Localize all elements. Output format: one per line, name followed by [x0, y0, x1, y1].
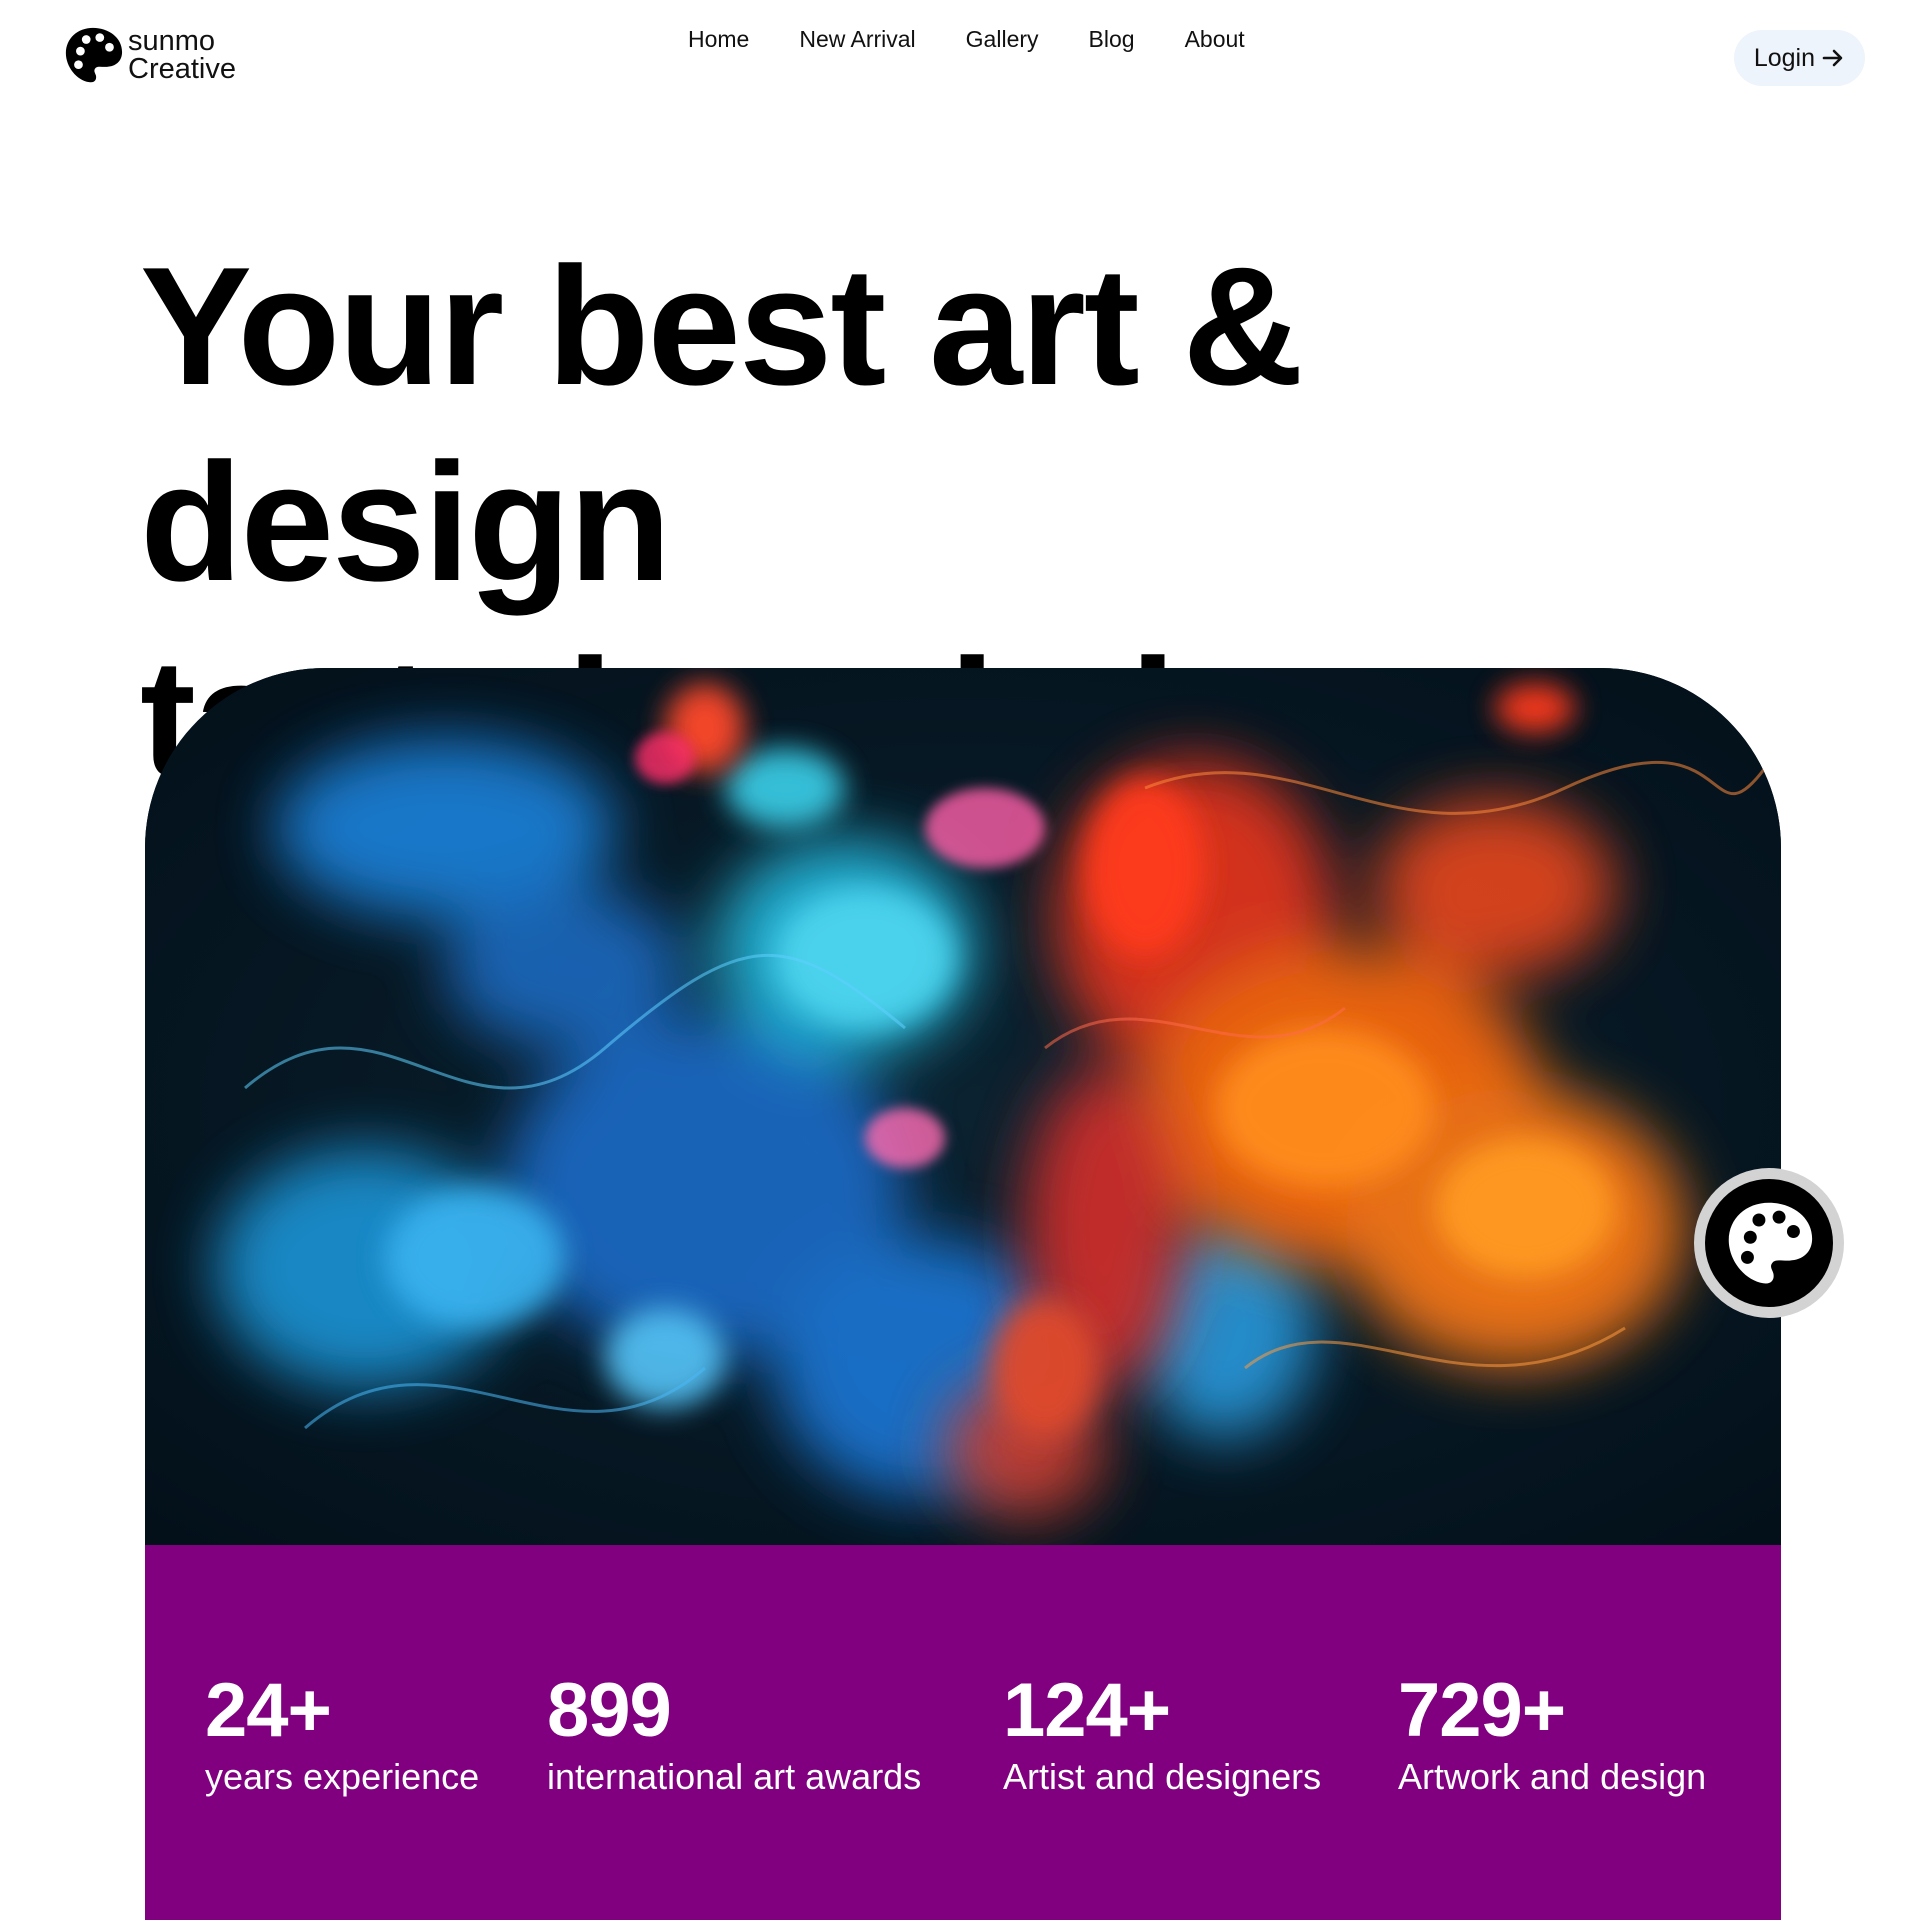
stat-label: years experience: [205, 1756, 480, 1797]
main-nav: Home New Arrival Gallery Blog About: [688, 24, 1295, 54]
stat-experience: 24+ years experience: [205, 1669, 479, 1799]
stat-label: international art awards: [547, 1756, 922, 1797]
login-button[interactable]: Login: [1733, 30, 1865, 86]
hero-title-line-1: Your best art & design: [140, 232, 1304, 616]
stats-section: 24+ years experience 899 international a…: [145, 1545, 1781, 1920]
stat-value: 729+: [1398, 1668, 1566, 1753]
login-label: Login: [1753, 43, 1815, 72]
palette-icon: [1728, 1202, 1813, 1284]
nav-about[interactable]: About: [1185, 24, 1245, 54]
ink-artwork: [145, 668, 1781, 1545]
hero-image: [145, 668, 1781, 1545]
nav-home[interactable]: Home: [688, 24, 749, 54]
nav-new-arrival[interactable]: New Arrival: [799, 24, 915, 54]
palette-fab-button[interactable]: [1694, 1168, 1844, 1318]
stat-label: Artist and designers: [1003, 1756, 1322, 1797]
palette-fab-inner: [1705, 1179, 1833, 1307]
palette-icon: [65, 27, 123, 83]
stat-artists: 124+ Artist and designers: [1003, 1669, 1321, 1799]
nav-blog[interactable]: Blog: [1089, 24, 1135, 54]
nav-gallery[interactable]: Gallery: [966, 24, 1039, 54]
brand-line-1: sunmo: [128, 25, 216, 57]
stat-awards: 899 international art awards: [547, 1669, 921, 1799]
brand-line-2: Creative: [128, 53, 236, 85]
stat-artwork: 729+ Artwork and design: [1398, 1669, 1706, 1799]
stat-label: Artwork and design: [1398, 1756, 1707, 1797]
brand-name: sunmo Creative: [128, 25, 236, 85]
stat-value: 24+: [205, 1668, 332, 1753]
brand-logo[interactable]: sunmo Creative: [62, 24, 236, 86]
page: sunmo Creative Home New Arrival Gallery …: [0, 0, 1920, 1925]
stat-value: 124+: [1003, 1668, 1171, 1753]
arrow-right-icon: [1822, 49, 1843, 67]
stat-value: 899: [547, 1668, 672, 1753]
